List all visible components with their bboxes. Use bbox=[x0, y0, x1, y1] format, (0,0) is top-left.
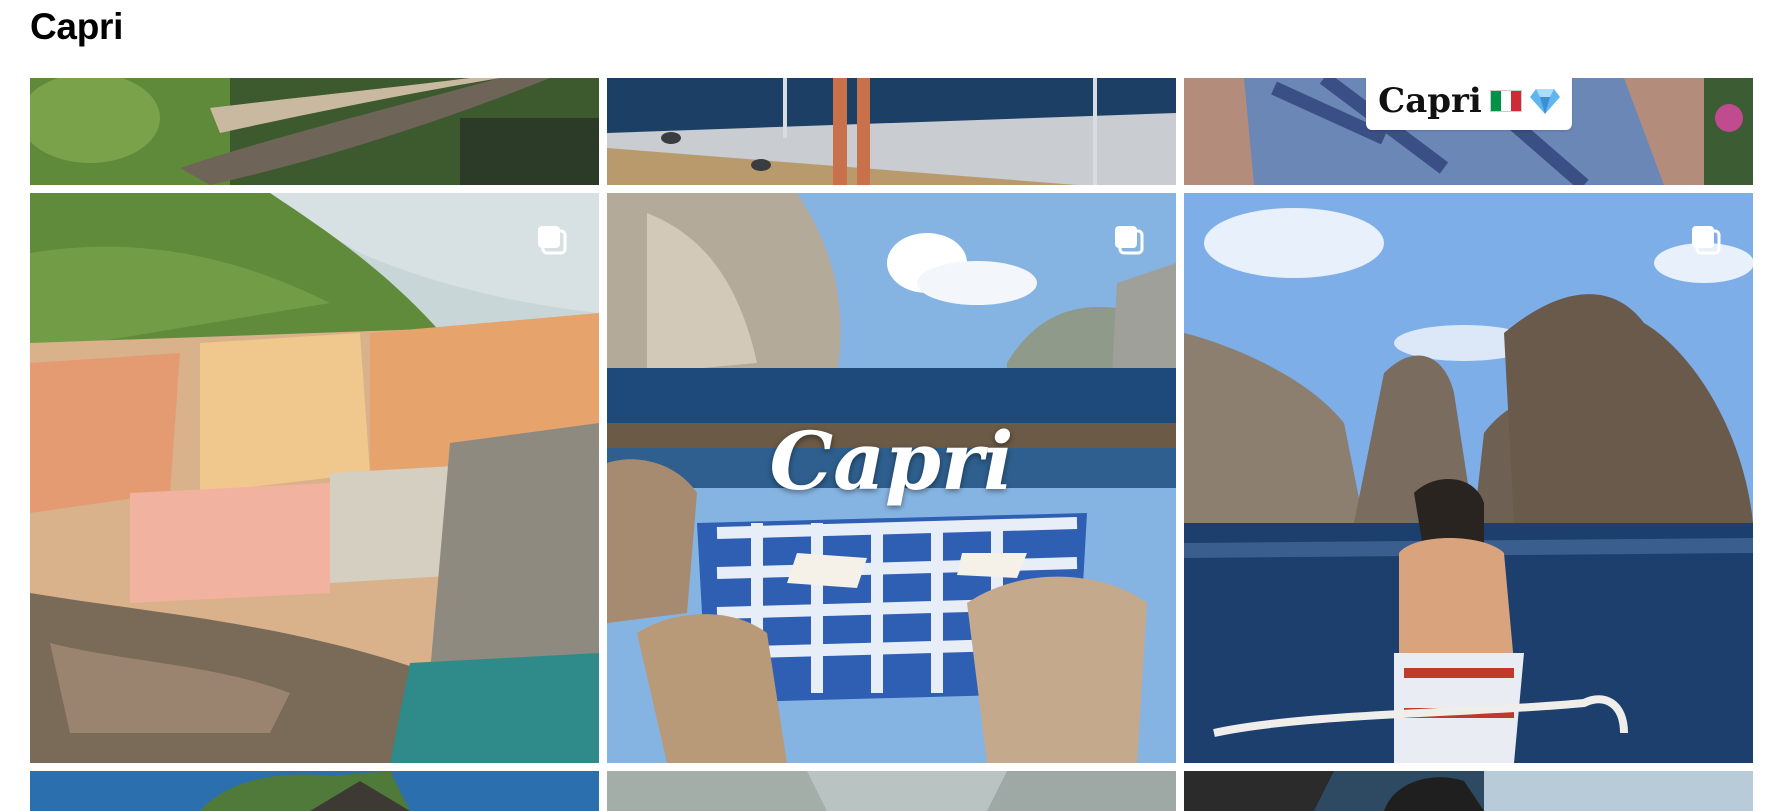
post-tile[interactable] bbox=[30, 193, 599, 763]
multiple-photos-icon bbox=[1691, 225, 1721, 255]
post-tile[interactable] bbox=[30, 771, 599, 811]
post-caption-overlay: Capri bbox=[769, 413, 1014, 508]
post-image bbox=[30, 193, 599, 763]
page-title: Capri bbox=[30, 6, 124, 47]
multiple-photos-icon bbox=[537, 225, 567, 255]
sticker-text: Capri bbox=[1378, 81, 1482, 121]
post-tile[interactable] bbox=[607, 771, 1176, 811]
multiple-photos-icon bbox=[1114, 225, 1144, 255]
post-tile[interactable]: Capri bbox=[1184, 78, 1753, 185]
post-image bbox=[1184, 771, 1753, 811]
post-tile[interactable] bbox=[607, 78, 1176, 185]
post-tile[interactable] bbox=[1184, 771, 1753, 811]
post-image bbox=[30, 771, 599, 811]
post-image bbox=[30, 78, 599, 185]
post-tile[interactable]: Capri bbox=[607, 193, 1176, 763]
post-sticker: Capri bbox=[1366, 78, 1572, 130]
post-image bbox=[1184, 193, 1753, 763]
post-tile[interactable] bbox=[30, 78, 599, 185]
post-image bbox=[607, 771, 1176, 811]
italy-flag-icon bbox=[1489, 90, 1522, 112]
gem-icon bbox=[1529, 89, 1560, 114]
post-image bbox=[607, 78, 1176, 185]
posts-grid: Capri Capri bbox=[30, 78, 1753, 811]
post-tile[interactable] bbox=[1184, 193, 1753, 763]
